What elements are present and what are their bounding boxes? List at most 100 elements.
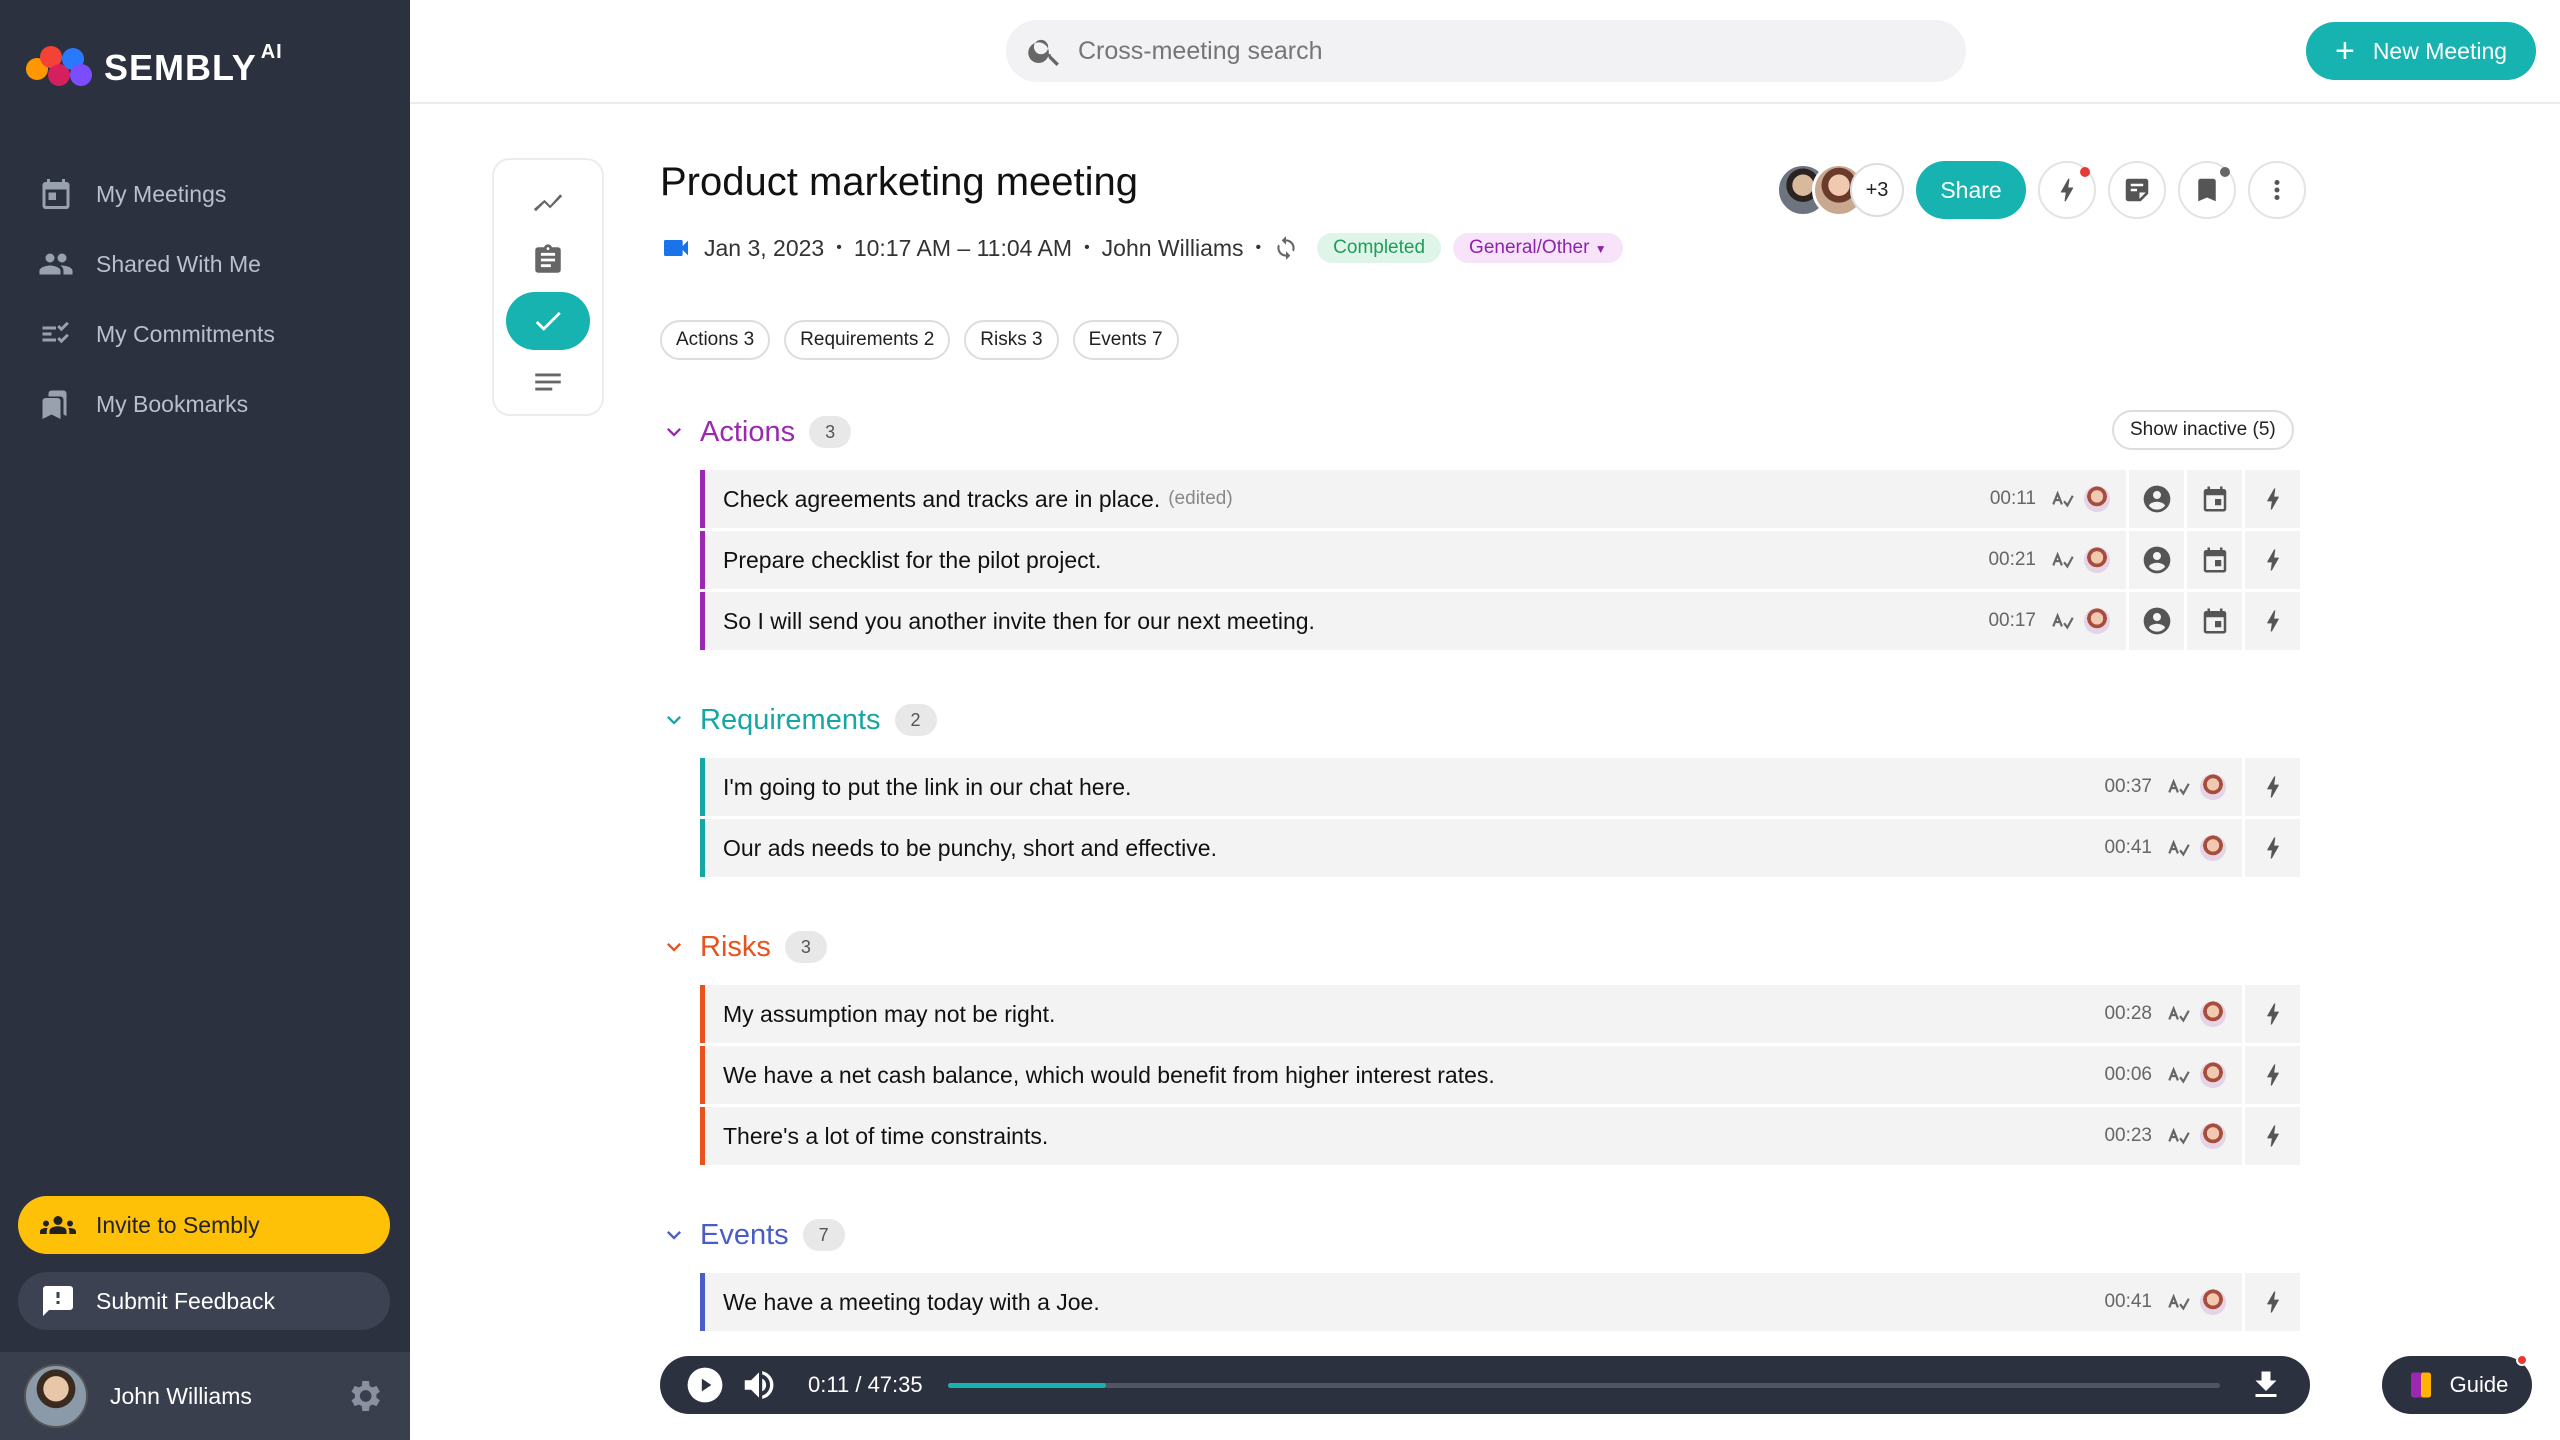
section-title: Events (700, 1218, 789, 1251)
participants[interactable]: +3 (1776, 161, 1906, 219)
list-item[interactable]: So I will send you another invite then f… (700, 592, 2300, 650)
playback-time: 0:11 / 47:35 (808, 1372, 923, 1397)
automation-button[interactable] (2242, 1273, 2300, 1331)
section-header[interactable]: Events 7 (660, 1213, 2300, 1257)
list-item[interactable]: Our ads needs to be punchy, short and ef… (700, 819, 2300, 877)
download-icon[interactable] (2248, 1367, 2284, 1403)
transcript-tab[interactable] (522, 356, 574, 408)
item-text[interactable]: My assumption may not be right. (723, 1001, 1055, 1028)
note-icon (2125, 178, 2149, 202)
timestamp[interactable]: 00:21 (1988, 549, 2036, 571)
category-dropdown[interactable]: General/Other ▼ (1453, 233, 1623, 263)
list-item[interactable]: Prepare checklist for the pilot project.… (700, 531, 2300, 589)
automation-button[interactable] (2242, 1107, 2300, 1165)
chip-risks[interactable]: Risks 3 (964, 320, 1059, 360)
automation-button[interactable] (2242, 1046, 2300, 1104)
progress-track[interactable] (948, 1383, 2220, 1388)
share-button[interactable]: Share (1916, 161, 2026, 219)
list-item[interactable]: We have a meeting today with a Joe. 00:41 (700, 1273, 2300, 1331)
sync-icon[interactable] (1273, 235, 1299, 261)
trending-icon (533, 194, 563, 212)
sidebar-item-my-meetings[interactable]: My Meetings (38, 174, 226, 214)
calendar-icon (42, 179, 70, 209)
section-events: Events 7 We have a meeting today with a Jo… (660, 1213, 2300, 1334)
notes-button[interactable] (2108, 161, 2166, 219)
analytics-tab[interactable] (522, 176, 574, 228)
bolt-icon (2259, 1288, 2287, 1316)
due-date-button[interactable] (2184, 470, 2242, 528)
people-group-icon (40, 1216, 76, 1234)
automation-button[interactable] (2038, 161, 2096, 219)
automation-button[interactable] (2242, 758, 2300, 816)
assignee-button[interactable] (2126, 531, 2184, 589)
list-item[interactable]: I'm going to put the link in our chat he… (700, 758, 2300, 816)
chip-events[interactable]: Events 7 (1072, 320, 1179, 360)
item-actions: 00:28 (2104, 985, 2300, 1043)
timestamp[interactable]: 00:06 (2104, 1064, 2152, 1086)
timestamp[interactable]: 00:28 (2104, 1003, 2152, 1025)
timestamp[interactable]: 00:23 (2104, 1125, 2152, 1147)
summary-tab[interactable] (522, 234, 574, 286)
automation-button[interactable] (2242, 819, 2300, 877)
gear-icon[interactable] (344, 1376, 384, 1416)
assignee-button[interactable] (2126, 470, 2184, 528)
guide-button[interactable]: Guide (2382, 1354, 2532, 1414)
cross-meeting-search[interactable] (1006, 20, 1966, 82)
chip-requirements[interactable]: Requirements 2 (784, 320, 951, 360)
item-text[interactable]: Check agreements and tracks are in place… (723, 486, 1160, 513)
item-text[interactable]: Our ads needs to be punchy, short and ef… (723, 835, 1217, 862)
speaker-avatar (2200, 1123, 2226, 1149)
invite-button[interactable]: Invite to Sembly (18, 1196, 390, 1254)
new-meeting-button[interactable]: + New Meeting (2306, 22, 2536, 80)
timestamp[interactable]: 00:41 (2104, 1291, 2152, 1313)
list-item[interactable]: We have a net cash balance, which would … (700, 1046, 2300, 1104)
sidebar-item-shared-with-me[interactable]: Shared With Me (38, 244, 261, 284)
automation-button[interactable] (2242, 985, 2300, 1043)
item-actions: 00:23 (2104, 1107, 2300, 1165)
sidebar-item-label: Shared With Me (96, 250, 261, 277)
automation-button[interactable] (2242, 592, 2300, 650)
show-inactive-button[interactable]: Show inactive (5) (2112, 410, 2294, 450)
item-text[interactable]: So I will send you another invite then f… (723, 608, 1315, 635)
timestamp[interactable]: 00:41 (2104, 837, 2152, 859)
section-header[interactable]: Risks 3 (660, 925, 2300, 969)
item-actions: 00:37 (2104, 758, 2300, 816)
automation-button[interactable] (2242, 531, 2300, 589)
feedback-label: Submit Feedback (96, 1287, 275, 1314)
sembly-logo[interactable]: SEMBLY AI (26, 41, 283, 90)
item-text[interactable]: I'm going to put the link in our chat he… (723, 774, 1131, 801)
due-date-button[interactable] (2184, 592, 2242, 650)
more-options-button[interactable] (2248, 161, 2306, 219)
item-actions: 00:41 (2104, 819, 2300, 877)
timestamp[interactable]: 00:17 (1988, 610, 2036, 632)
section-count: 3 (809, 416, 852, 448)
automation-button[interactable] (2242, 470, 2300, 528)
list-item[interactable]: There's a lot of time constraints. 00:23 (700, 1107, 2300, 1165)
play-icon[interactable] (686, 1366, 724, 1404)
assignee-button[interactable] (2126, 592, 2184, 650)
section-header[interactable]: Requirements 2 (660, 698, 2300, 742)
item-text[interactable]: Prepare checklist for the pilot project. (723, 547, 1101, 574)
section-requirements: Requirements 2 I'm going to put the link i… (660, 698, 2300, 880)
volume-icon[interactable] (740, 1366, 778, 1404)
sidebar-item-my-bookmarks[interactable]: My Bookmarks (38, 384, 248, 424)
logo-mark-icon (26, 46, 92, 90)
section-header[interactable]: Actions 3 Show inactive (5) (660, 410, 2300, 454)
submit-feedback-button[interactable]: Submit Feedback (18, 1272, 390, 1330)
item-text[interactable]: We have a meeting today with a Joe. (723, 1289, 1100, 1316)
chip-actions[interactable]: Actions 3 (660, 320, 771, 360)
sidebar-item-my-commitments[interactable]: My Commitments (38, 314, 275, 354)
item-text[interactable]: There's a lot of time constraints. (723, 1123, 1048, 1150)
tasks-tab[interactable] (506, 292, 590, 350)
user-profile[interactable]: John Williams (0, 1352, 410, 1440)
item-text[interactable]: We have a net cash balance, which would … (723, 1062, 1495, 1089)
section-title: Risks (700, 930, 771, 963)
list-item[interactable]: Check agreements and tracks are in place… (700, 470, 2300, 528)
timestamp[interactable]: 00:11 (1990, 488, 2036, 510)
timestamp[interactable]: 00:37 (2104, 776, 2152, 798)
due-date-button[interactable] (2184, 531, 2242, 589)
bookmark-button[interactable] (2178, 161, 2236, 219)
section-actions: Actions 3 Show inactive (5) Check agreement… (660, 410, 2300, 653)
list-item[interactable]: My assumption may not be right. 00:28 (700, 985, 2300, 1043)
search-input[interactable] (1078, 36, 1898, 66)
